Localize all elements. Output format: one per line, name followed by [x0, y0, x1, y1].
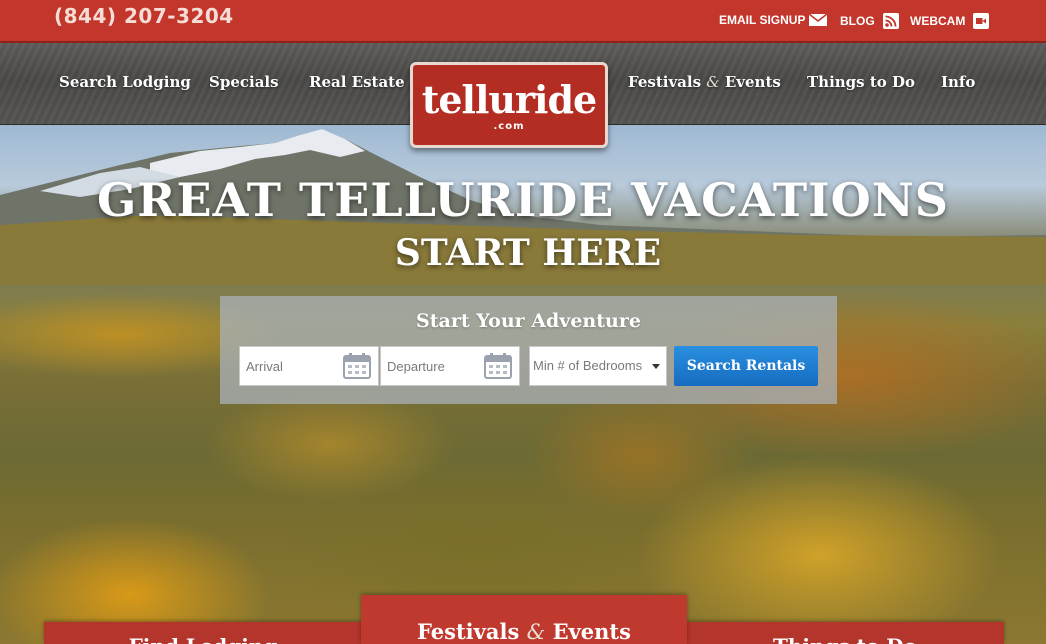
email-signup-label: EMAIL SIGNUP: [719, 13, 806, 27]
arrival-date-input[interactable]: Arrival: [239, 346, 379, 386]
tab-festivals-events-label: Festivals & Events: [417, 607, 631, 644]
video-camera-icon: [973, 13, 990, 29]
tab-festivals-events[interactable]: Festivals & Events: [361, 595, 687, 644]
webcam-label: WEBCAM: [910, 14, 966, 28]
tab-festivals-label: Festivals: [417, 619, 520, 644]
telluride-logo[interactable]: telluride .com: [410, 62, 608, 148]
tab-find-lodging-label: Find Lodging: [129, 634, 278, 644]
blog-label: BLOG: [840, 14, 875, 28]
departure-placeholder: Departure: [387, 359, 445, 374]
nav-events-label: Events: [724, 73, 781, 91]
bedrooms-select[interactable]: Min # of Bedrooms: [529, 346, 667, 386]
envelope-icon: [809, 14, 828, 26]
email-signup-link[interactable]: EMAIL SIGNUP: [719, 13, 828, 27]
top-bar: (844) 207-3204 EMAIL SIGNUP BLOG WEBCAM: [0, 0, 1046, 43]
bedrooms-placeholder: Min # of Bedrooms: [533, 358, 643, 373]
nav-festivals-events[interactable]: Festivals & Events: [628, 73, 781, 91]
nav-ampersand: &: [706, 73, 720, 91]
search-panel: Start Your Adventure Arrival Departure M…: [220, 296, 837, 404]
calendar-icon[interactable]: [343, 353, 371, 379]
tab-ampersand: &: [526, 620, 546, 644]
arrival-placeholder: Arrival: [246, 359, 283, 374]
tab-events-label: Events: [552, 619, 631, 644]
hero-title: GREAT TELLURIDE VACATIONS: [97, 173, 949, 227]
departure-date-input[interactable]: Departure: [380, 346, 520, 386]
calendar-icon[interactable]: [484, 353, 512, 379]
phone-number[interactable]: (844) 207-3204: [54, 4, 234, 28]
logo-domain: .com: [493, 121, 525, 132]
hero-subtitle: START HERE: [394, 232, 662, 274]
nav-search-lodging[interactable]: Search Lodging: [59, 73, 191, 91]
tab-things-to-do-label: Things to Do: [773, 634, 917, 644]
blog-link[interactable]: BLOG: [840, 13, 899, 29]
chevron-down-icon: [652, 364, 660, 369]
webcam-link[interactable]: WEBCAM: [910, 13, 990, 29]
nav-real-estate[interactable]: Real Estate: [309, 73, 405, 91]
nav-specials[interactable]: Specials: [209, 73, 279, 91]
nav-info[interactable]: Info: [941, 73, 975, 91]
rss-icon: [882, 13, 899, 29]
nav-festivals-label: Festivals: [628, 73, 702, 91]
search-heading: Start Your Adventure: [416, 310, 641, 332]
logo-wordmark: telluride: [421, 77, 597, 122]
search-rentals-button[interactable]: Search Rentals: [674, 346, 818, 386]
tab-things-to-do[interactable]: Things to Do: [686, 622, 1004, 644]
nav-things-to-do[interactable]: Things to Do: [807, 73, 915, 91]
tab-find-lodging[interactable]: Find Lodging: [44, 622, 362, 644]
hero-banner: GREAT TELLURIDE VACATIONS START HERE Sta…: [0, 125, 1046, 644]
